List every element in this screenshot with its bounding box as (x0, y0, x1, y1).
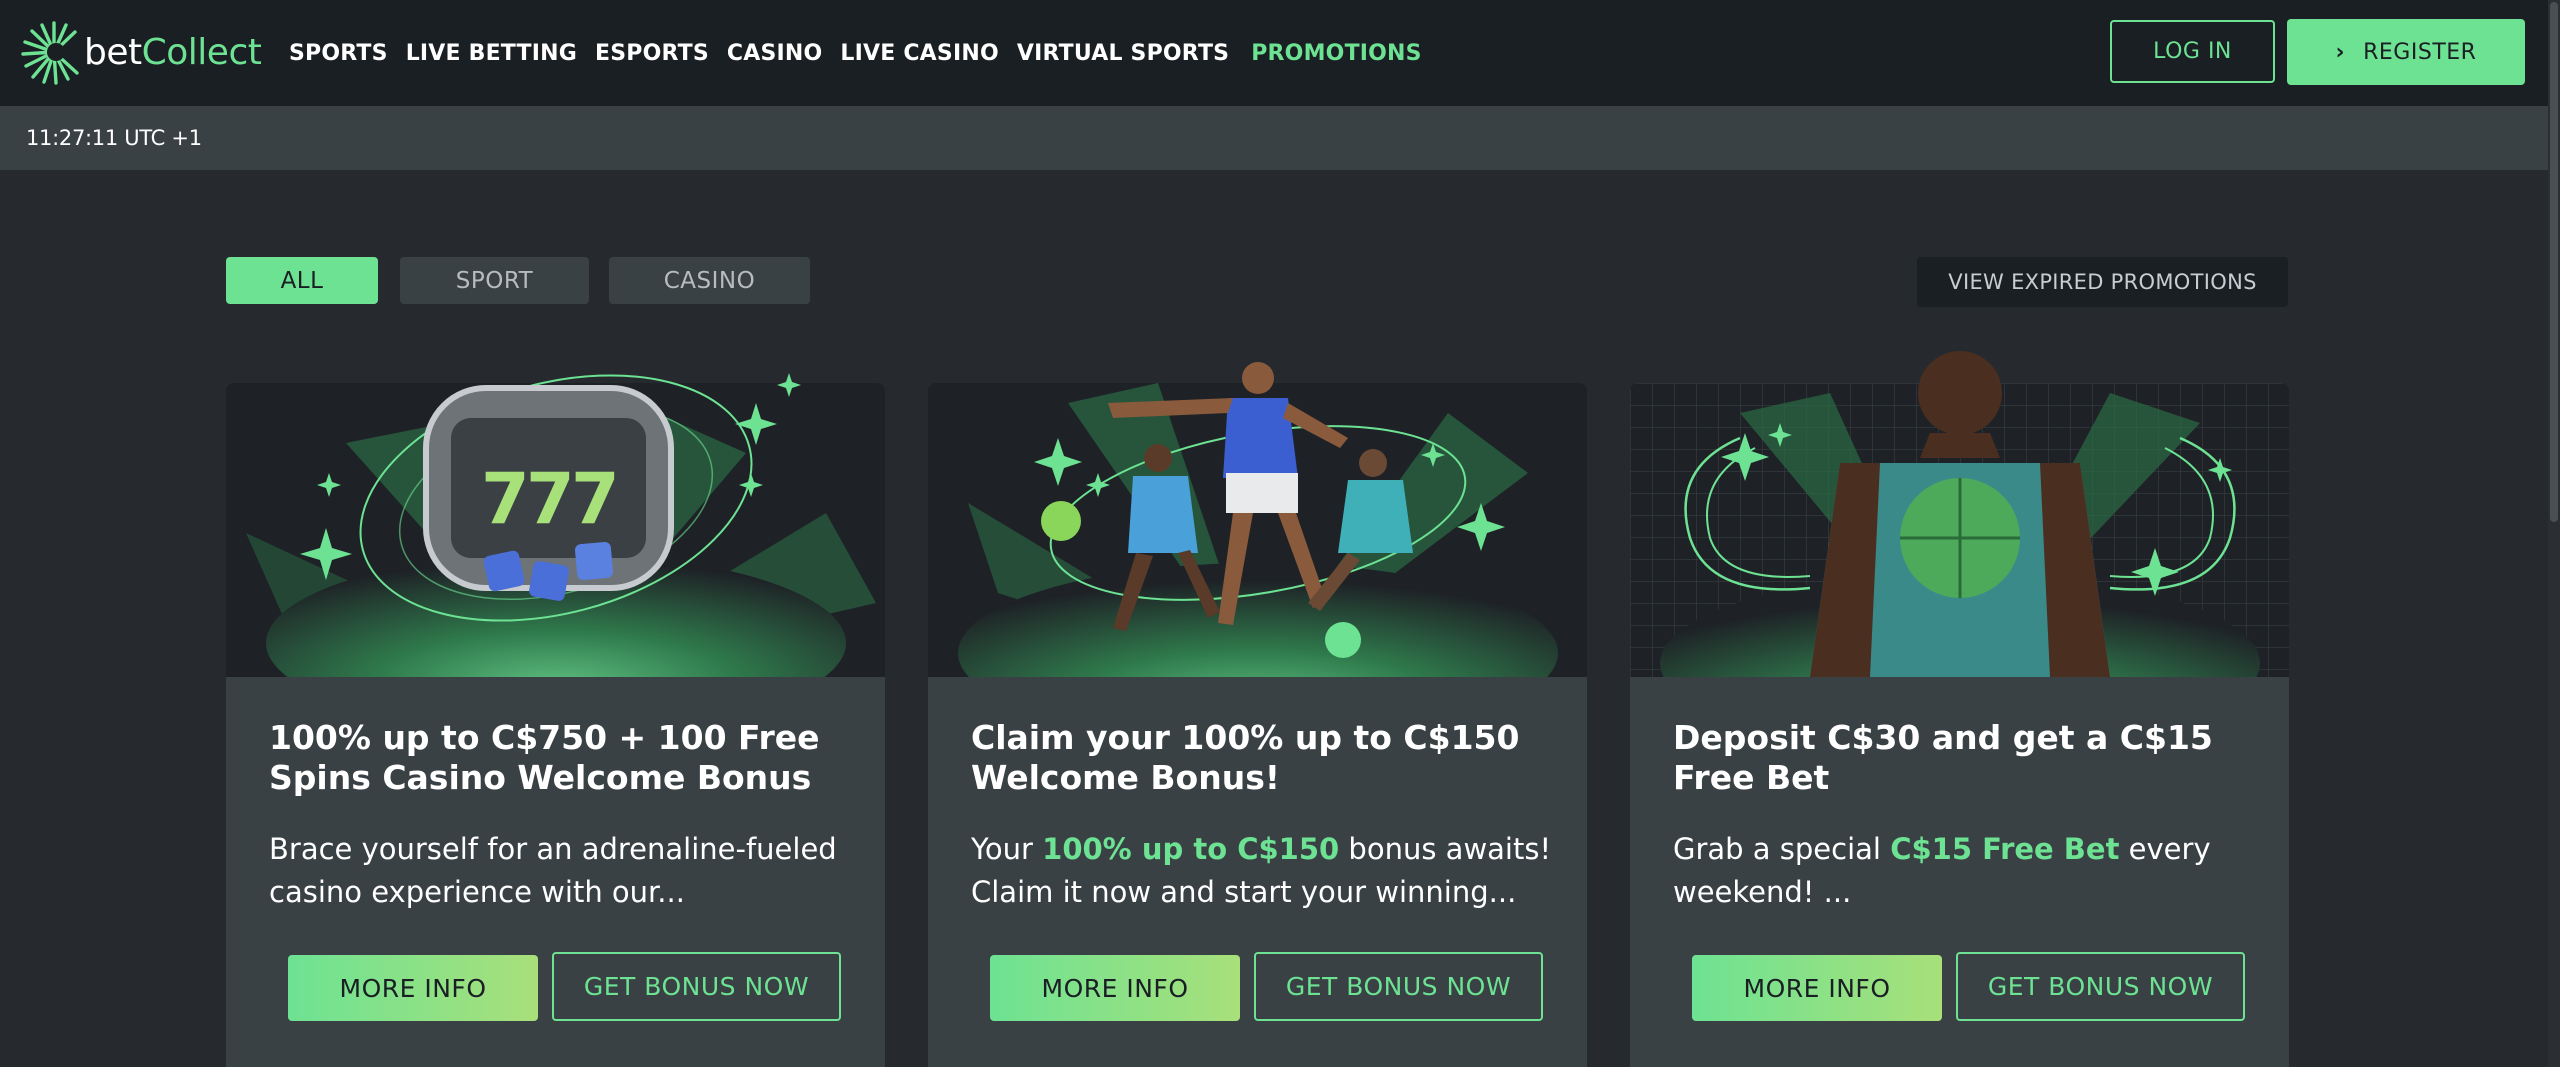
nav-item-virtual-sports[interactable]: VIRTUAL SPORTS (1017, 41, 1229, 66)
svg-text:7: 7 (481, 458, 530, 540)
nav-item-live-casino[interactable]: LIVE CASINO (840, 41, 998, 66)
filter-all-button[interactable]: ALL (226, 257, 378, 304)
svg-text:7: 7 (571, 458, 620, 540)
filter-sport-button[interactable]: SPORT (400, 257, 589, 304)
scrollbar-thumb[interactable] (2550, 2, 2558, 522)
promo-desc-text: Your (971, 832, 1043, 866)
promo-title: Claim your 100% up to C$150 Welcome Bonu… (971, 718, 1520, 797)
login-button[interactable]: LOG IN (2110, 20, 2275, 83)
slot-machine-illustration: 7 7 7 (300, 373, 801, 622)
logo-text-collect: Collect (141, 31, 262, 73)
logo-text-bet: bet (84, 31, 142, 73)
filter-casino-button[interactable]: CASINO (609, 257, 810, 304)
nav-item-casino[interactable]: CASINO (727, 41, 823, 66)
promo-title: Deposit C$30 and get a C$15 Free Bet (1673, 718, 2213, 797)
nav-item-promotions[interactable]: PROMOTIONS (1251, 41, 1422, 66)
nav-item-sports[interactable]: SPORTS (289, 41, 388, 66)
promo-desc-text: Grab a special (1673, 832, 1891, 866)
svg-text:7: 7 (526, 458, 575, 540)
more-info-button[interactable]: MORE INFO (1692, 955, 1942, 1021)
register-label: REGISTER (2363, 39, 2477, 65)
promo-title: 100% up to C$750 + 100 Free Spins Casino… (269, 718, 820, 797)
main-nav: SPORTS LIVE BETTING ESPORTS CASINO LIVE … (289, 0, 1440, 106)
get-bonus-now-button[interactable]: GET BONUS NOW (1254, 952, 1543, 1021)
promo-card: 7 7 7 100% up to C$750 + 100 Free Spins … (226, 373, 885, 1067)
betcollect-logo[interactable]: betCollect (20, 18, 262, 86)
promo-card: Claim your 100% up to C$150 Welcome Bonu… (928, 362, 1587, 1067)
soccer-players-illustration (1034, 362, 1505, 658)
promo-card: Deposit C$30 and get a C$15 Free Bet Gra… (1630, 351, 2289, 1067)
top-header: betCollect SPORTS LIVE BETTING ESPORTS C… (0, 0, 2560, 106)
promo-desc-highlight: C$15 Free Bet (1890, 832, 2120, 866)
promo-desc-highlight: 100% up to C$150 (1042, 832, 1340, 866)
clock-text: 11:27:11 UTC +1 (26, 126, 202, 150)
more-info-button[interactable]: MORE INFO (990, 955, 1240, 1021)
promo-description: Brace yourself for an adrenaline-fueled … (269, 828, 859, 914)
promo-description: Grab a special C$15 Free Bet every weeke… (1673, 828, 2263, 914)
get-bonus-now-button[interactable]: GET BONUS NOW (1956, 952, 2245, 1021)
get-bonus-now-button[interactable]: GET BONUS NOW (552, 952, 841, 1021)
logo-wordmark: betCollect (84, 31, 262, 73)
nav-item-live-betting[interactable]: LIVE BETTING (406, 41, 577, 66)
chevron-right-icon: › (2335, 39, 2346, 65)
promo-description: Your 100% up to C$150 bonus awaits! Clai… (971, 828, 1561, 914)
more-info-button[interactable]: MORE INFO (288, 955, 538, 1021)
basketball-player-illustration (1684, 351, 2236, 677)
nav-item-esports[interactable]: ESPORTS (595, 41, 709, 66)
register-button[interactable]: › REGISTER (2287, 19, 2525, 85)
view-expired-promotions-button[interactable]: VIEW EXPIRED PROMOTIONS (1917, 257, 2288, 307)
promo-desc-text: Brace yourself for an adrenaline-fueled … (269, 832, 837, 909)
time-bar: 11:27:11 UTC +1 (0, 106, 2548, 170)
logo-burst-icon (21, 21, 79, 85)
